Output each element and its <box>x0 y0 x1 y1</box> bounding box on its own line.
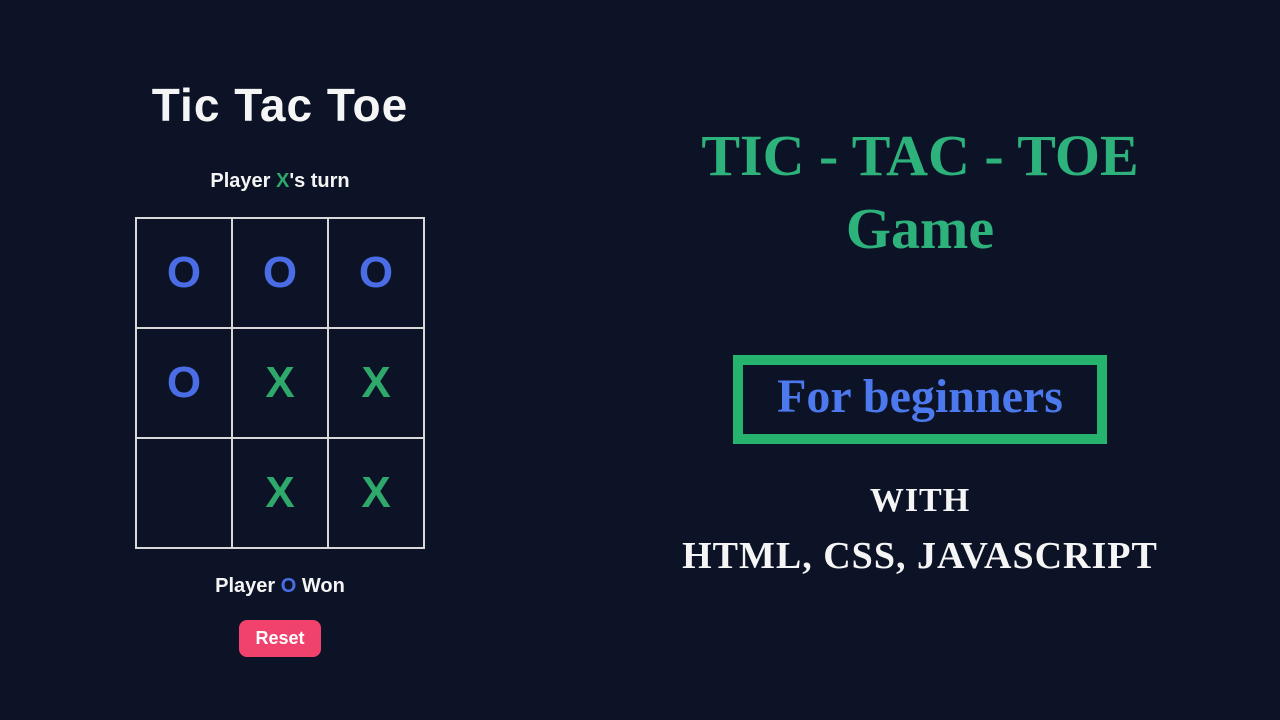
result-prefix: Player <box>215 575 281 597</box>
game-board: O O O O X X X X <box>135 217 425 549</box>
game-panel: Tic Tac Toe Player X's turn O O O O X X … <box>0 0 560 720</box>
badge-text: For beginners <box>777 370 1063 423</box>
turn-player: X <box>276 170 289 192</box>
board-cell-7[interactable]: X <box>232 438 328 548</box>
game-title: Tic Tac Toe <box>152 78 408 132</box>
headline-line1: TIC - TAC - TOE <box>701 123 1138 188</box>
board-cell-0[interactable]: O <box>136 218 232 328</box>
result-status: Player O Won <box>215 575 345 598</box>
board-cell-4[interactable]: X <box>232 328 328 438</box>
result-suffix: Won <box>296 575 345 597</box>
with-label: WITH <box>870 482 970 520</box>
reset-button[interactable]: Reset <box>239 620 320 657</box>
promo-panel: TIC - TAC - TOE Game For beginners WITH … <box>560 0 1280 720</box>
headline-line2: Game <box>846 196 994 261</box>
beginners-badge: For beginners <box>733 355 1107 444</box>
board-cell-8[interactable]: X <box>328 438 424 548</box>
board-cell-2[interactable]: O <box>328 218 424 328</box>
board-cell-3[interactable]: O <box>136 328 232 438</box>
turn-prefix: Player <box>210 170 276 192</box>
result-player: O <box>281 575 297 597</box>
turn-suffix: 's turn <box>289 170 349 192</box>
promo-headline: TIC - TAC - TOE Game <box>701 120 1138 265</box>
turn-status: Player X's turn <box>210 170 349 193</box>
tech-line: HTML, CSS, JAVASCRIPT <box>682 534 1158 578</box>
board-cell-6[interactable] <box>136 438 232 548</box>
board-cell-5[interactable]: X <box>328 328 424 438</box>
board-cell-1[interactable]: O <box>232 218 328 328</box>
